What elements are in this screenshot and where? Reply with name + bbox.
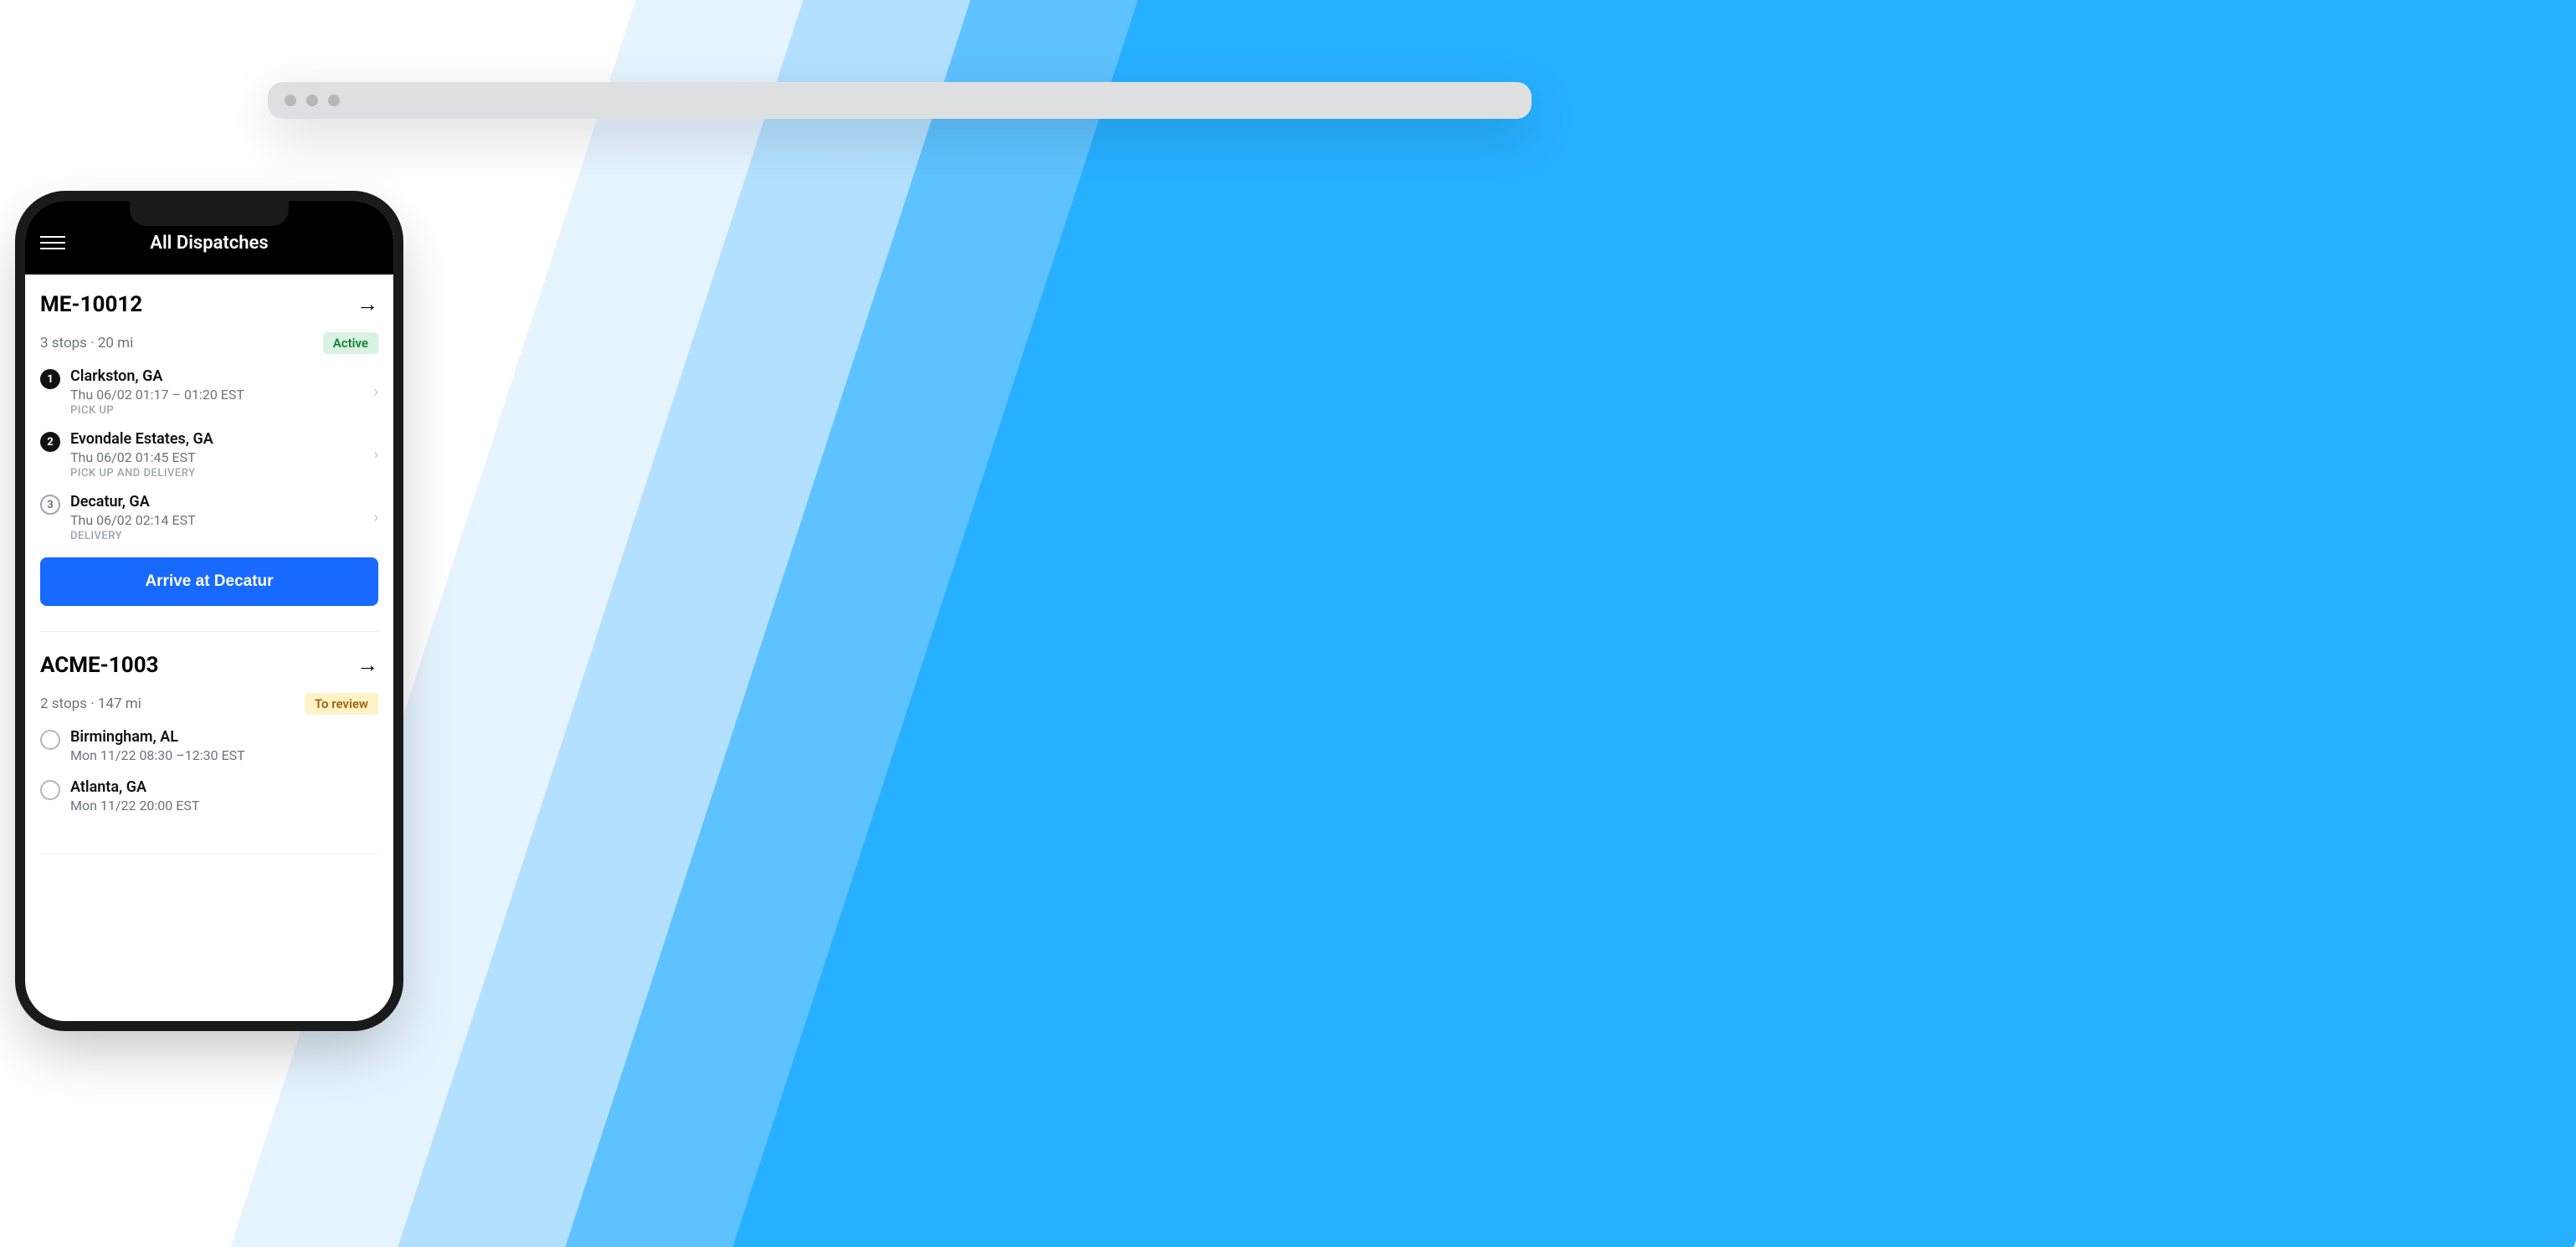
window-minimize-icon[interactable] <box>306 95 318 106</box>
stop-time: Thu 06/02 02:14 EST <box>70 512 364 528</box>
stop-item[interactable]: Atlanta, GA Mon 11/22 20:00 EST <box>40 778 378 815</box>
dispatch-status-pill: Active <box>323 332 378 354</box>
stop-time: Thu 06/02 01:45 EST <box>70 449 364 465</box>
phone-notch <box>130 201 289 226</box>
dispatch-id: ME-10012 <box>40 292 142 317</box>
chevron-right-icon: › <box>374 383 378 401</box>
dispatch-summary: 2 stops · 147 mi <box>40 695 141 712</box>
arrow-right-icon: → <box>357 291 378 317</box>
window-close-icon[interactable] <box>285 95 296 106</box>
stop-number-icon: 2 <box>40 432 60 452</box>
dispatch-summary: 3 stops · 20 mi <box>40 335 133 352</box>
browser-window: Motive Dispatch / In Progress / ME-10012… <box>268 82 1532 119</box>
dispatch-meta: 3 stops · 20 mi Active <box>40 332 378 354</box>
chevron-right-icon: › <box>374 446 378 464</box>
stop-type: PICK UP AND DELIVERY <box>70 467 364 480</box>
dispatch-meta: 2 stops · 147 mi To review <box>40 693 378 715</box>
stop-name: Evondale Estates, GA <box>70 430 364 448</box>
dispatch-header[interactable]: ME-10012 → <box>40 291 378 317</box>
stop-number-icon <box>40 730 60 750</box>
stop-number-icon <box>40 780 60 800</box>
mobile-phone-frame: All Dispatches ME-10012 → 3 stops · 20 mi A… <box>25 201 393 1021</box>
stop-number-icon: 1 <box>40 369 60 389</box>
stop-name: Atlanta, GA <box>70 778 378 796</box>
stop-time: Mon 11/22 20:00 EST <box>70 798 378 813</box>
window-titlebar <box>268 82 1532 119</box>
arrive-button[interactable]: Arrive at Decatur <box>40 557 378 606</box>
dispatch-status-pill: To review <box>305 693 378 715</box>
phone-title: All Dispatches <box>40 233 378 254</box>
stop-name: Clarkston, GA <box>70 367 364 385</box>
stop-number-icon: 3 <box>40 495 60 515</box>
stops-list: 1 Clarkston, GA Thu 06/02 01:17 – 01:20 ES… <box>40 367 378 542</box>
arrow-right-icon: → <box>357 652 378 678</box>
dispatch-id: ACME-1003 <box>40 653 159 678</box>
stop-time: Thu 06/02 01:17 – 01:20 EST <box>70 387 364 403</box>
stop-item[interactable]: 1 Clarkston, GA Thu 06/02 01:17 – 01:20 ES… <box>40 367 378 417</box>
stop-type: DELIVERY <box>70 530 364 542</box>
dispatch-card: ME-10012 → 3 stops · 20 mi Active 1 Clarkston… <box>40 291 378 632</box>
dispatch-header[interactable]: ACME-1003 → <box>40 652 378 678</box>
stop-name: Decatur, GA <box>70 493 364 511</box>
stop-item[interactable]: 2 Evondale Estates, GAThu 06/02 01:45 EST… <box>40 430 378 480</box>
chevron-right-icon: › <box>374 509 378 526</box>
stop-name: Birmingham, AL <box>70 728 378 746</box>
dispatch-card: ACME-1003 → 2 stops · 147 mi To review Birmi… <box>40 652 378 854</box>
stop-time: Mon 11/22 08:30 –12:30 EST <box>70 747 378 763</box>
window-zoom-icon[interactable] <box>328 95 340 106</box>
stop-item[interactable]: Birmingham, ALMon 11/22 08:30 –12:30 EST <box>40 728 378 765</box>
stop-item[interactable]: 3 Decatur, GAThu 06/02 02:14 EST DELIVERY › <box>40 493 378 542</box>
stop-type: PICK UP <box>70 404 364 417</box>
stops-list: Birmingham, ALMon 11/22 08:30 –12:30 EST… <box>40 728 378 815</box>
